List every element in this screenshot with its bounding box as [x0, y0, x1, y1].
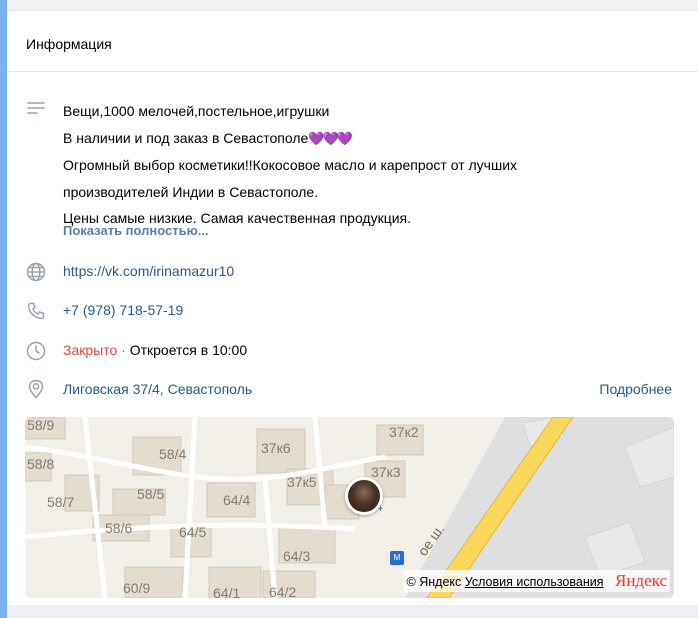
- description-line-text: В наличии и под заказ в Севастополе: [63, 129, 309, 146]
- phone-link[interactable]: +7 (978) 718-57-19: [63, 302, 183, 318]
- map-label: 37к2: [389, 424, 419, 440]
- map-label: 58/6: [105, 520, 132, 536]
- map-label: 58/8: [27, 456, 54, 472]
- location-pin-icon: [25, 378, 47, 400]
- globe-icon: [25, 261, 47, 283]
- show-more-link[interactable]: Показать полностью...: [63, 223, 209, 238]
- clock-icon: [25, 340, 47, 362]
- map-attribution: © Яндекс Условия использования Яндекс: [403, 570, 670, 592]
- closed-status: Закрыто: [63, 342, 118, 358]
- opening-hours: Закрыто · Откроется в 10:00: [63, 342, 247, 358]
- description-line: В наличии и под заказ в Севастополе💜💜💜: [63, 125, 663, 153]
- map-label: 58/9: [27, 417, 54, 433]
- title-divider: [7, 71, 698, 72]
- yandex-logo[interactable]: Яндекс: [615, 571, 667, 590]
- info-card: Информация Вещи,1000 мелочей,постельное,…: [7, 0, 698, 605]
- next-open-time: Откроется в 10:00: [129, 342, 248, 358]
- description-line: Вещи,1000 мелочей,постельное,игрушки: [63, 103, 330, 119]
- map-label: 58/4: [159, 446, 186, 462]
- map-label: 64/5: [179, 524, 206, 540]
- map-label: 64/2: [269, 584, 296, 598]
- map-label: 37к6: [261, 440, 291, 456]
- map-label: 64/3: [283, 548, 310, 564]
- website-link[interactable]: https://vk.com/irinamazur10: [63, 263, 234, 279]
- top-strip: [7, 0, 698, 11]
- map-label: 64/1: [213, 585, 240, 598]
- map-label: 37к3: [371, 464, 401, 480]
- text-lines-icon: [25, 98, 47, 120]
- map-label: 60/9: [123, 580, 150, 596]
- description-line: Огромный выбор косметики!!Кокосовое масл…: [63, 157, 518, 173]
- description: Вещи,1000 мелочей,постельное,игрушки В н…: [63, 98, 663, 232]
- map-copyright: © Яндекс: [406, 575, 462, 589]
- map-label: 58/7: [47, 494, 74, 510]
- address-details-link[interactable]: Подробнее: [599, 381, 672, 397]
- section-title: Информация: [26, 36, 112, 52]
- hours-separator: ·: [121, 342, 126, 358]
- description-line: производителей Индии в Севастополе.: [63, 183, 319, 200]
- metro-icon: M: [390, 551, 404, 565]
- left-accent-bar: [0, 0, 7, 618]
- map-terms-link[interactable]: Условия использования: [465, 575, 604, 589]
- address-link[interactable]: Лиговская 37/4, Севастополь: [63, 381, 252, 397]
- phone-icon: [25, 300, 47, 322]
- location-map[interactable]: 58/9 58/8 58/7 58/4 58/5 58/6 64/4 64/5 …: [25, 417, 674, 598]
- map-label: 64/4: [223, 492, 250, 508]
- map-label: 58/5: [137, 486, 164, 502]
- place-avatar-pin[interactable]: [345, 477, 383, 515]
- map-label: 37к5: [287, 474, 317, 490]
- purple-hearts-emoji: 💜💜💜: [308, 130, 353, 146]
